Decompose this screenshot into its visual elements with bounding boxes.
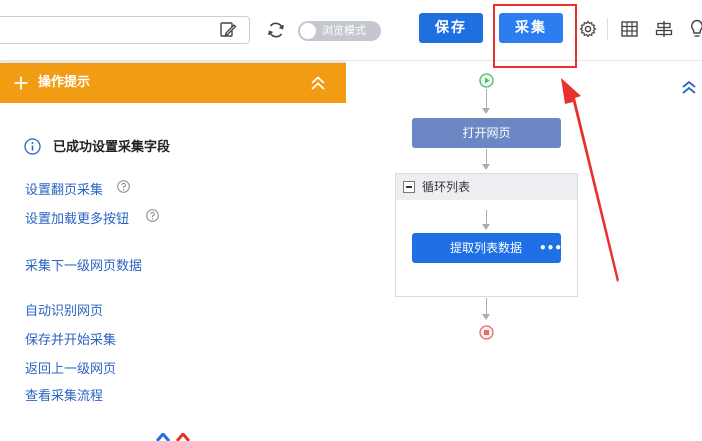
success-message: 已成功设置采集字段 — [53, 140, 171, 155]
gear-icon[interactable] — [579, 20, 597, 38]
edit-icon[interactable] — [219, 21, 237, 39]
flow-connector — [486, 210, 487, 224]
collapse-minus-icon[interactable] — [403, 181, 415, 193]
loop-list-label: 循环列表 — [422, 180, 471, 194]
collect-subpage-link[interactable]: 采集下一级网页数据 — [25, 255, 142, 274]
pagination-collect-link[interactable]: 设置翻页采集 — [25, 179, 103, 198]
back-to-parent-link[interactable]: 返回上一级网页 — [25, 358, 116, 377]
tips-panel: 操作提示 已成功设置采集字段 设置翻页采集 设置加载更多按钮 采集下一级网页数据… — [0, 63, 346, 441]
flow-connector — [486, 298, 487, 314]
help-icon[interactable] — [117, 180, 130, 193]
refresh-icon[interactable] — [266, 20, 286, 40]
load-more-link[interactable]: 设置加载更多按钮 — [25, 208, 129, 227]
tips-header[interactable]: 操作提示 — [0, 63, 346, 103]
align-center-icon[interactable] — [655, 20, 673, 38]
collapse-up-icon[interactable] — [309, 75, 327, 91]
double-chevron-up-icon[interactable] — [681, 80, 697, 95]
flow-arrow — [482, 224, 490, 230]
step-extract-list-data[interactable]: 提取列表数据 ••• — [412, 233, 562, 263]
loop-list-header[interactable]: 循环列表 — [396, 174, 577, 200]
move-icon[interactable] — [14, 76, 28, 90]
flow-arrow — [482, 314, 490, 320]
red-arrow-icon — [561, 78, 619, 282]
help-icon[interactable] — [146, 209, 159, 222]
tips-title: 操作提示 — [38, 75, 91, 90]
logo-icon — [155, 433, 191, 441]
auto-detect-link[interactable]: 自动识别网页 — [25, 300, 103, 319]
save-and-start-link[interactable]: 保存并开始采集 — [25, 329, 116, 348]
extract-step-label: 提取列表数据 — [450, 241, 523, 255]
url-input[interactable] — [0, 16, 250, 44]
lightbulb-icon[interactable] — [690, 19, 702, 39]
flow-arrow — [482, 108, 490, 114]
step-open-page[interactable]: 打开网页 — [412, 118, 561, 148]
flow-connector — [486, 89, 487, 108]
browse-mode-toggle[interactable]: 浏览模式 — [298, 21, 381, 41]
top-toolbar: 浏览模式 保存 采集 — [0, 0, 702, 61]
start-icon — [479, 73, 494, 88]
browse-mode-label: 浏览模式 — [322, 24, 366, 37]
toggle-knob — [300, 23, 316, 39]
table-icon[interactable] — [621, 21, 638, 37]
view-flow-link[interactable]: 查看采集流程 — [25, 385, 103, 404]
save-button[interactable]: 保存 — [419, 13, 483, 43]
stop-icon — [479, 325, 494, 340]
info-icon — [24, 138, 41, 155]
toolbar-divider — [607, 18, 608, 40]
flow-arrow — [482, 164, 490, 170]
flow-connector — [486, 149, 487, 164]
highlight-box — [493, 4, 577, 68]
